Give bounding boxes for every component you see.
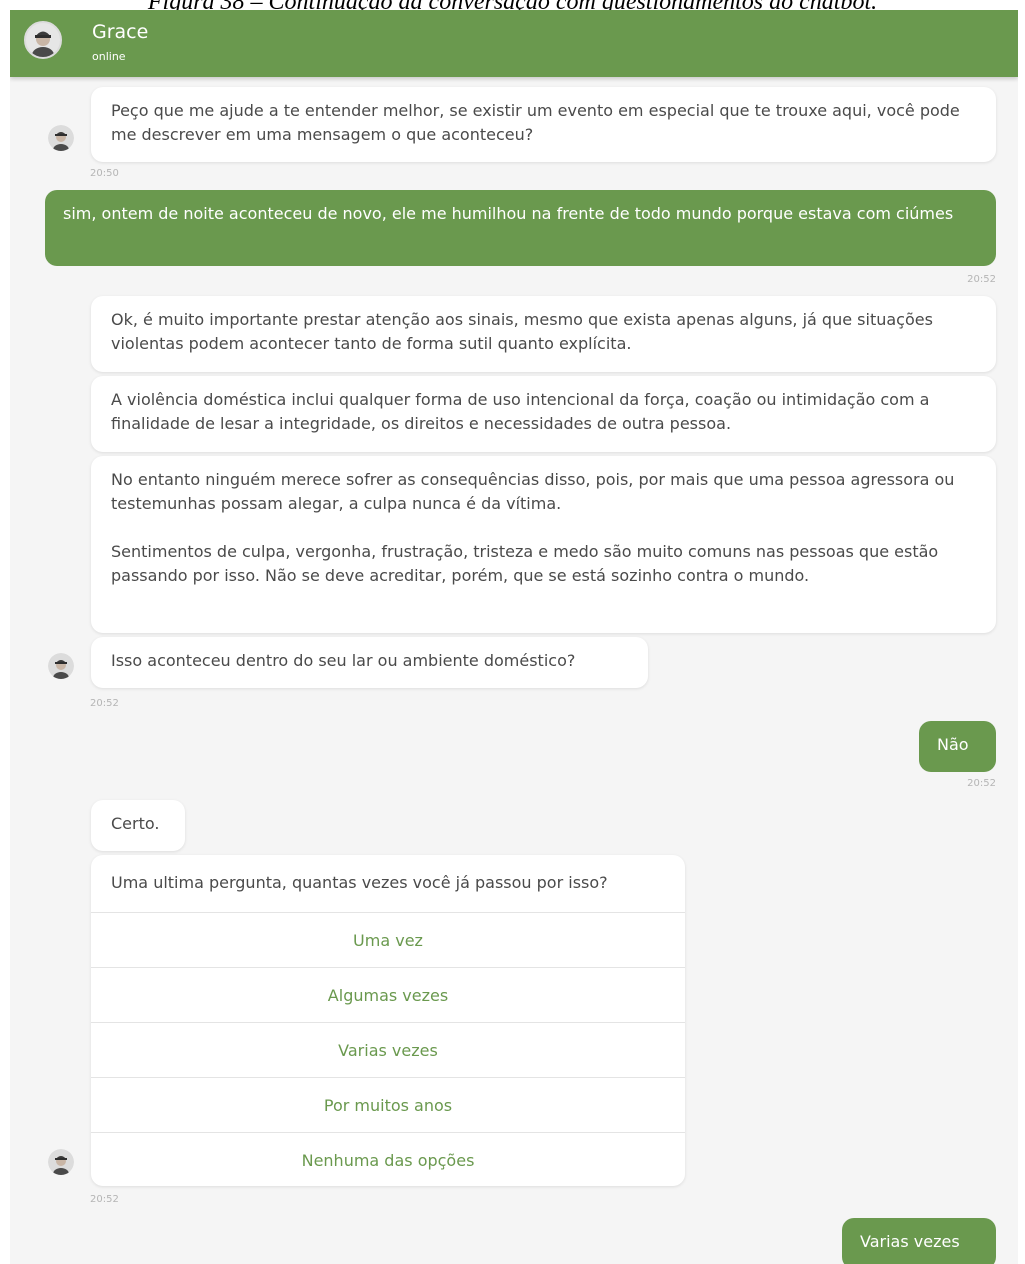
bot-message: Peço que me ajude a te entender melhor, … bbox=[91, 87, 996, 162]
bot-avatar-icon bbox=[24, 21, 62, 59]
message-text: Varias vezes bbox=[860, 1232, 960, 1251]
option-algumas-vezes[interactable]: Algumas vezes bbox=[91, 967, 685, 1022]
bot-message: Certo. bbox=[91, 800, 185, 851]
bot-message: Ok, é muito importante prestar atenção a… bbox=[91, 296, 996, 372]
message-text: sim, ontem de noite aconteceu de novo, e… bbox=[63, 204, 954, 223]
user-message: Varias vezes bbox=[842, 1218, 996, 1264]
chat-header: Grace online bbox=[10, 10, 1018, 77]
option-nenhuma[interactable]: Nenhuma das opções bbox=[91, 1132, 685, 1186]
message-timestamp: 20:52 bbox=[967, 778, 996, 789]
message-text: Não bbox=[937, 735, 969, 754]
user-message: sim, ontem de noite aconteceu de novo, e… bbox=[45, 190, 996, 266]
message-text: Uma ultima pergunta, quantas vezes você … bbox=[111, 873, 608, 892]
message-timestamp: 20:52 bbox=[967, 274, 996, 285]
message-text: Certo. bbox=[111, 814, 160, 833]
message-timestamp: 20:52 bbox=[90, 1194, 119, 1205]
option-varias-vezes[interactable]: Varias vezes bbox=[91, 1022, 685, 1077]
contact-name: Grace bbox=[92, 21, 149, 43]
contact-status: online bbox=[92, 50, 126, 63]
message-text: A violência doméstica inclui qualquer fo… bbox=[111, 390, 930, 433]
bot-avatar-icon bbox=[48, 125, 74, 151]
message-text: Sentimentos de culpa, vergonha, frustraç… bbox=[111, 542, 939, 585]
chat-window: Grace online Peço que me ajude a te ente… bbox=[10, 10, 1018, 1264]
message-text: Isso aconteceu dentro do seu lar ou ambi… bbox=[111, 651, 576, 670]
message-text: Peço que me ajude a te entender melhor, … bbox=[111, 101, 960, 144]
message-timestamp: 20:52 bbox=[90, 698, 119, 709]
bot-avatar-icon bbox=[48, 1149, 74, 1175]
user-message: Não bbox=[919, 721, 996, 772]
option-uma-vez[interactable]: Uma vez bbox=[91, 912, 685, 967]
quick-reply-card: Uma ultima pergunta, quantas vezes você … bbox=[91, 855, 685, 1186]
bot-avatar-icon bbox=[48, 653, 74, 679]
message-text: Ok, é muito importante prestar atenção a… bbox=[111, 310, 933, 353]
message-timestamp: 20:50 bbox=[90, 168, 119, 179]
bot-message: No entanto ninguém merece sofrer as cons… bbox=[91, 456, 996, 633]
option-por-muitos-anos[interactable]: Por muitos anos bbox=[91, 1077, 685, 1132]
message-text: No entanto ninguém merece sofrer as cons… bbox=[111, 470, 955, 513]
bot-message: A violência doméstica inclui qualquer fo… bbox=[91, 376, 996, 452]
bot-message: Isso aconteceu dentro do seu lar ou ambi… bbox=[91, 637, 648, 688]
